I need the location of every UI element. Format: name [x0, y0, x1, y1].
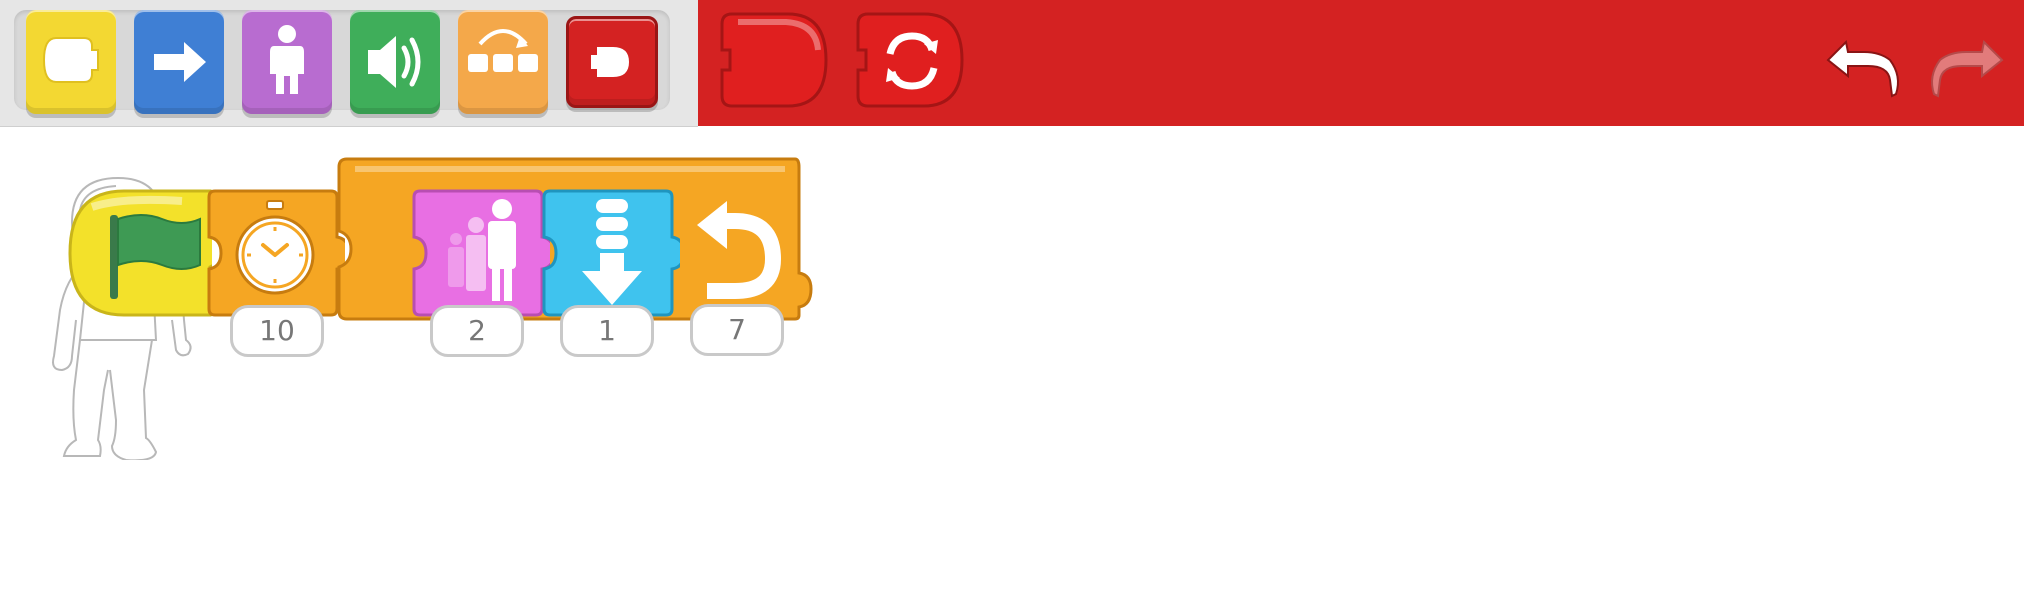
move-down-steps-field[interactable]: 1	[560, 305, 654, 357]
repeat-count-field[interactable]: 7	[690, 304, 784, 356]
script-canvas[interactable]: 10 2 1 7	[0, 127, 2024, 600]
category-motion-button[interactable]	[134, 10, 224, 114]
grow-block[interactable]	[410, 187, 550, 321]
category-triggering-button[interactable]	[26, 10, 116, 114]
flag-pole	[110, 215, 118, 299]
arrow-right-icon	[154, 42, 206, 82]
end-block-icon	[591, 47, 629, 77]
move-down-block[interactable]	[540, 187, 680, 321]
category-looks-button[interactable]	[242, 10, 332, 114]
redo-icon	[1931, 39, 2004, 98]
repeat-forever-button[interactable]	[854, 10, 966, 118]
category-sound-button[interactable]	[350, 10, 440, 114]
person-icon	[270, 25, 304, 94]
category-end-button[interactable]	[566, 16, 658, 108]
action-bar	[698, 0, 2024, 126]
scratchjr-editor: 10 2 1 7	[0, 0, 2024, 600]
end-block-button[interactable]	[718, 10, 830, 118]
palette-bar	[0, 0, 698, 127]
category-tray	[14, 10, 670, 114]
grow-amount-field[interactable]: 2	[430, 305, 524, 357]
end-block-icon	[720, 12, 828, 108]
repeat-forever-icon	[856, 12, 964, 108]
trigger-block-icon	[42, 37, 99, 83]
green-flag-block[interactable]	[62, 187, 212, 321]
category-control-button[interactable]	[458, 10, 548, 114]
undo-icon	[1826, 39, 1899, 98]
wait-block[interactable]	[205, 187, 345, 321]
redo-button[interactable]	[1926, 24, 2006, 104]
speaker-icon	[368, 36, 421, 88]
undo-button[interactable]	[1824, 24, 1904, 104]
flag-icon	[117, 214, 201, 270]
wait-duration-field[interactable]: 10	[230, 305, 324, 357]
repeat-puzzle-icon	[468, 29, 538, 72]
